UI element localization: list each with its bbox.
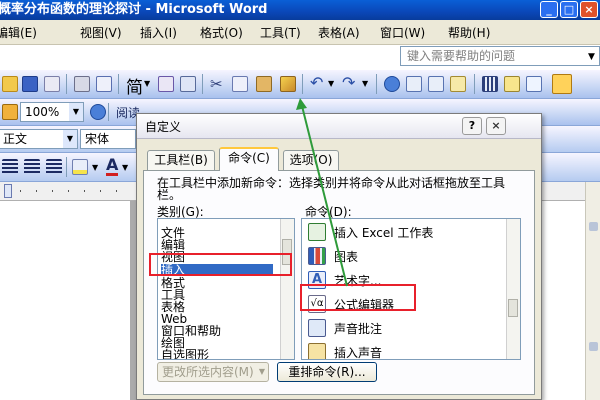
arrow-shaft (301, 105, 348, 287)
tab-commands[interactable]: 命令(C) (219, 147, 279, 171)
annotation-arrow (296, 98, 348, 287)
arrow-head (296, 98, 307, 110)
